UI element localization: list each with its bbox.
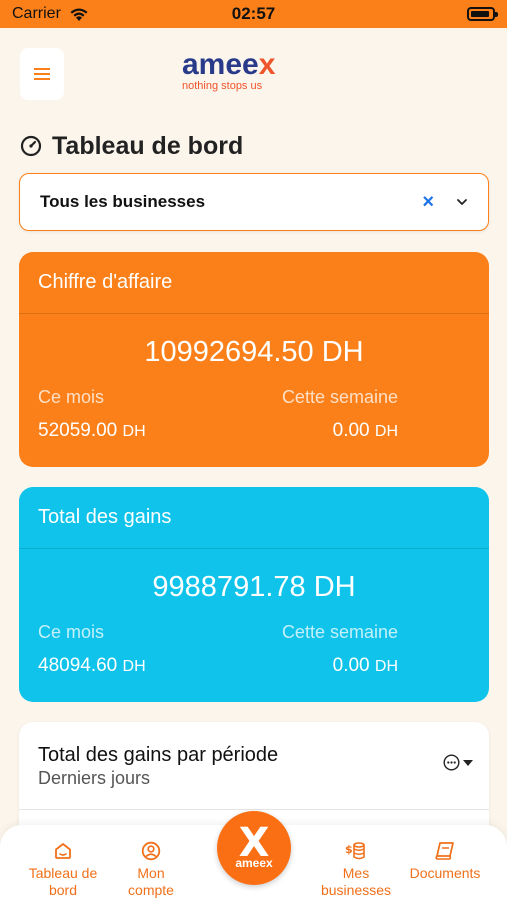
gains-month-value: 48094.60 DH	[38, 655, 146, 676]
clear-selection-icon[interactable]: ×	[422, 191, 434, 214]
documents-icon	[435, 842, 454, 860]
revenue-card: Chiffre d'affaire 10992694.50 DH Ce mois…	[19, 252, 489, 467]
ameex-x-icon: X	[238, 820, 270, 866]
tab-businesses[interactable]: $ Mes businesses	[311, 841, 401, 899]
status-bar: Carrier 02:57	[0, 0, 507, 28]
menu-button[interactable]	[20, 48, 64, 100]
dashboard-gauge-icon	[20, 135, 42, 157]
chevron-down-icon[interactable]	[456, 196, 468, 208]
tab-documents-label: Documents	[409, 865, 481, 881]
business-select[interactable]: Tous les businesses ×	[19, 173, 489, 231]
gains-week-label: Cette semaine	[281, 622, 398, 642]
caret-down-icon	[463, 759, 473, 766]
tab-account[interactable]: Mon compte	[106, 841, 196, 899]
coins-icon: $	[345, 842, 365, 860]
more-options-icon	[443, 754, 460, 771]
hamburger-icon	[34, 68, 50, 80]
tab-businesses-label-1: Mes	[342, 865, 370, 881]
gains-week-value: 0.00 DH	[332, 655, 398, 676]
tab-businesses-label-2: businesses	[320, 882, 392, 898]
tab-dashboard-label-1: Tableau de	[28, 865, 98, 881]
wifi-icon	[70, 8, 88, 21]
logo-tagline: nothing stops us	[182, 80, 263, 92]
status-left: Carrier	[12, 5, 89, 23]
user-circle-icon	[141, 841, 161, 861]
period-options-button[interactable]	[443, 754, 473, 771]
logo-word: ameex	[182, 48, 276, 81]
battery-icon	[467, 7, 498, 21]
home-icon	[55, 843, 71, 859]
business-select-value: Tous les businesses	[40, 192, 206, 211]
svg-text:$: $	[345, 843, 353, 856]
tab-account-label-1: Mon	[137, 865, 165, 881]
period-card-title: Total des gains par période	[38, 744, 279, 766]
status-time: 02:57	[231, 4, 276, 23]
period-divider	[19, 809, 489, 810]
revenue-week-value: 0.00 DH	[332, 420, 398, 441]
revenue-month-label: Ce mois	[38, 387, 105, 407]
gains-card-title: Total des gains	[19, 487, 489, 549]
gains-total: 9988791.78 DH	[152, 571, 356, 603]
period-card-subtitle: Derniers jours	[38, 768, 151, 788]
ameex-logo: ameex nothing stops us	[182, 50, 322, 98]
page-title-text: Tableau de bord	[52, 131, 244, 160]
fab-logo-word: ameex	[235, 856, 273, 870]
carrier-label: Carrier	[12, 5, 61, 22]
revenue-week-label: Cette semaine	[281, 387, 398, 407]
tab-dashboard[interactable]: Tableau de bord	[18, 841, 108, 899]
revenue-values-row: 52059.00 DH 0.00 DH	[19, 408, 489, 442]
tab-documents[interactable]: Documents	[400, 841, 490, 882]
tab-dashboard-label-2: bord	[48, 882, 78, 898]
gains-month-label: Ce mois	[38, 622, 105, 642]
ameex-center-button[interactable]: X ameex	[217, 811, 291, 885]
page-title: Tableau de bord	[20, 128, 243, 164]
tab-account-label-2: compte	[128, 882, 174, 898]
revenue-month-value: 52059.00 DH	[38, 420, 146, 441]
gains-values-row: 48094.60 DH 0.00 DH	[19, 643, 489, 677]
revenue-labels-row: Ce mois Cette semaine	[19, 369, 489, 408]
revenue-total: 10992694.50 DH	[144, 336, 364, 368]
gains-card: Total des gains 9988791.78 DH Ce mois Ce…	[19, 487, 489, 702]
gains-labels-row: Ce mois Cette semaine	[19, 604, 489, 643]
revenue-card-title: Chiffre d'affaire	[19, 252, 489, 314]
